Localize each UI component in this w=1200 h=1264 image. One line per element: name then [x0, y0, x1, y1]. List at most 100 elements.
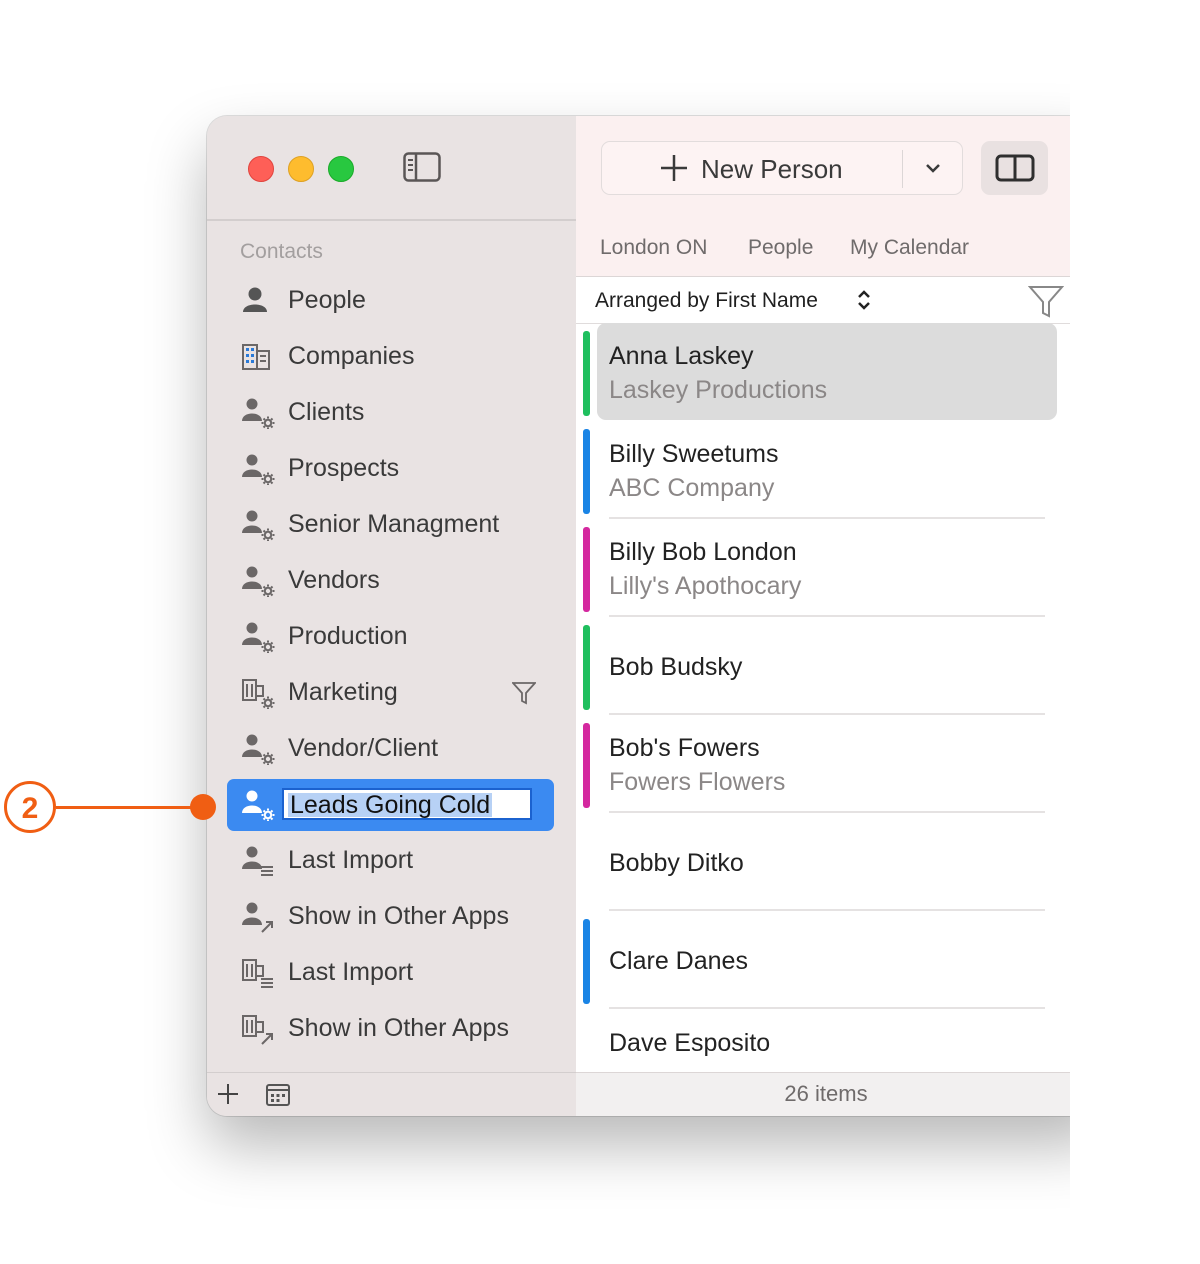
item-count: 26 items: [784, 1081, 868, 1106]
person-list-icon: [242, 846, 273, 876]
building-list-icon: [242, 959, 273, 988]
person-gear-icon: [242, 510, 275, 541]
contact-row[interactable]: Bobby Ditko: [576, 813, 1107, 911]
sidebar-item-label: Companies: [288, 342, 415, 370]
sidebar-item[interactable]: Production: [227, 611, 554, 663]
chevron-down-icon[interactable]: [924, 159, 942, 177]
person-arrow-icon: [242, 902, 273, 933]
person-gear-icon: [242, 734, 275, 765]
contact-name: Bob's Fowers: [609, 734, 760, 762]
contact-color-tag: [583, 429, 590, 514]
view-toggle-button[interactable]: [981, 141, 1048, 195]
sidebar-item[interactable]: Marketing: [227, 667, 554, 719]
sidebar-item[interactable]: Last Import: [227, 947, 554, 999]
breadcrumb-location[interactable]: London ON: [600, 236, 707, 260]
callout-number: 2: [21, 792, 39, 825]
contact-row[interactable]: Billy Sweetums ABC Company: [576, 421, 1107, 519]
contact-name: Anna Laskey: [609, 342, 754, 370]
sidebar-item[interactable]: Vendor/Client: [227, 723, 554, 775]
contact-name: Bobby Ditko: [609, 849, 744, 877]
contact-list-pane: New Person London ON People My Calendar …: [576, 116, 1107, 1116]
contact-company: Lilly's Apothocary: [609, 572, 802, 600]
plus-icon: [661, 155, 687, 181]
sidebar-item[interactable]: Clients: [227, 387, 554, 439]
split-view-icon: [995, 154, 1035, 182]
contact-name: Bob Budsky: [609, 653, 743, 681]
contact-color-tag: [583, 723, 590, 808]
sidebar-section-label: Contacts: [240, 240, 323, 263]
contact-row[interactable]: Clare Danes: [576, 911, 1107, 1009]
calendar-icon[interactable]: [266, 1084, 290, 1106]
contact-name: Clare Danes: [609, 947, 748, 975]
page-edge-fade: [1070, 0, 1200, 1264]
sidebar-item[interactable]: Leads Going Cold: [227, 779, 554, 831]
sidebar-toggle-icon[interactable]: [403, 152, 441, 182]
zoom-button[interactable]: [328, 156, 354, 182]
sidebar-item[interactable]: Last Import: [227, 835, 554, 887]
callout-line: [56, 806, 202, 809]
contact-color-tag: [583, 625, 590, 710]
contact-company: Laskey Productions: [609, 376, 828, 404]
sidebar-item-label: Vendors: [288, 566, 380, 594]
sidebar-item-label: Prospects: [288, 454, 400, 482]
sidebar-item-label: Production: [288, 622, 408, 650]
contact-company: ABC Company: [609, 474, 775, 502]
app-window: Contacts People Companies Clients Prospects…: [207, 116, 1107, 1116]
person-gear-icon: [242, 790, 275, 821]
sidebar-item-label: People: [288, 286, 366, 314]
contact-name: Dave Esposito: [609, 1029, 771, 1057]
up-down-chevron-icon[interactable]: [856, 289, 872, 311]
contact-color-tag: [583, 331, 590, 416]
button-divider: [902, 150, 903, 188]
sidebar: Contacts People Companies Clients Prospects…: [207, 116, 576, 1116]
contact-name: Billy Sweetums: [609, 440, 779, 468]
contact-color-tag: [583, 919, 590, 1004]
sidebar-item[interactable]: Companies: [227, 331, 554, 383]
sidebar-footer: [207, 1072, 576, 1116]
sidebar-item[interactable]: People: [227, 275, 554, 327]
callout-dot: [190, 794, 216, 820]
minimize-button[interactable]: [288, 156, 314, 182]
new-person-button[interactable]: New Person: [601, 141, 963, 195]
sidebar-item-label: Last Import: [288, 958, 414, 986]
contact-row[interactable]: Bob Budsky: [576, 617, 1107, 715]
sort-bar: Arranged by First Name: [576, 277, 1107, 324]
sidebar-item[interactable]: Show in Other Apps: [227, 1003, 554, 1055]
breadcrumb-people[interactable]: People: [748, 236, 813, 260]
building-icon: [242, 344, 270, 370]
contact-color-tag: [583, 527, 590, 612]
sidebar-item-label: Clients: [288, 398, 365, 426]
toolbar: New Person London ON People My Calendar: [576, 116, 1107, 277]
sidebar-header: [207, 116, 576, 221]
sidebar-item[interactable]: Show in Other Apps: [227, 891, 554, 943]
plus-icon[interactable]: [217, 1083, 239, 1105]
contact-row[interactable]: Bob's Fowers Fowers Flowers: [576, 715, 1107, 813]
sidebar-item-label: Vendor/Client: [288, 734, 439, 762]
new-person-label: New Person: [701, 154, 843, 184]
sidebar-item-label: Last Import: [288, 846, 414, 874]
callout-badge: 2: [4, 781, 56, 833]
status-bar: 26 items: [576, 1072, 1107, 1116]
sidebar-item-label: Marketing: [288, 678, 398, 706]
sidebar-item[interactable]: Vendors: [227, 555, 554, 607]
contact-row[interactable]: Billy Bob London Lilly's Apothocary: [576, 519, 1107, 617]
rename-field-text: Leads Going Cold: [288, 791, 493, 819]
sidebar-item-label: Show in Other Apps: [288, 902, 509, 930]
building-gear-icon: [242, 679, 275, 709]
breadcrumb-calendar[interactable]: My Calendar: [850, 236, 969, 260]
sidebar-item[interactable]: Senior Managment: [227, 499, 554, 551]
filter-icon[interactable]: [1028, 283, 1064, 319]
building-arrow-icon: [242, 1015, 273, 1045]
contact-name: Billy Bob London: [609, 538, 797, 566]
sidebar-item-label: Show in Other Apps: [288, 1014, 509, 1042]
close-button[interactable]: [248, 156, 274, 182]
person-icon: [243, 287, 267, 312]
rename-field[interactable]: Leads Going Cold: [282, 788, 532, 820]
person-gear-icon: [242, 566, 275, 597]
sort-label[interactable]: Arranged by First Name: [595, 289, 818, 313]
contact-row[interactable]: Anna Laskey Laskey Productions: [576, 323, 1107, 421]
person-gear-icon: [242, 622, 275, 653]
person-gear-icon: [242, 398, 275, 429]
filter-icon: [512, 682, 536, 705]
sidebar-item[interactable]: Prospects: [227, 443, 554, 495]
